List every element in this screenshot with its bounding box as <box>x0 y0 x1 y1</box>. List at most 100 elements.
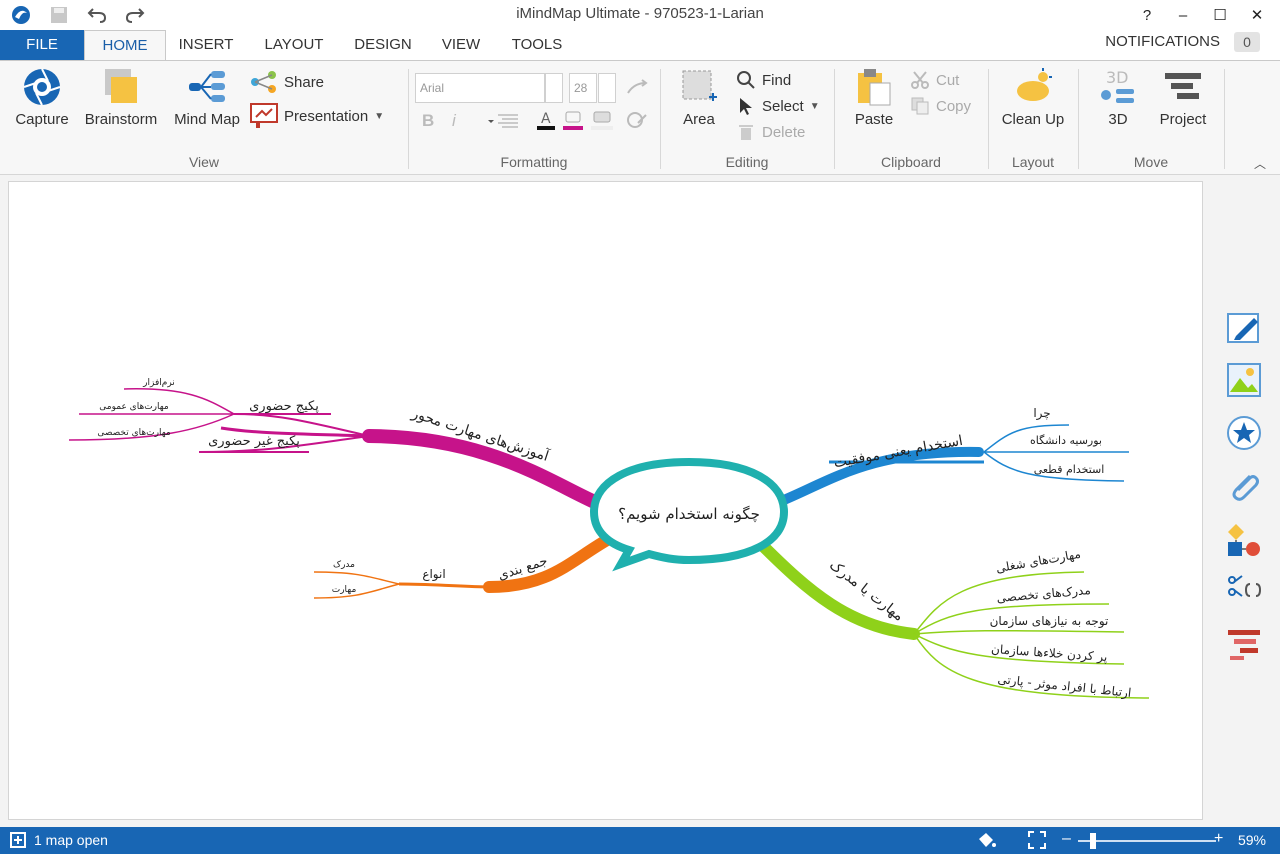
camera-icon <box>22 67 62 107</box>
find-button[interactable]: Find <box>736 69 791 91</box>
copy-label: Copy <box>936 97 972 115</box>
tab-insert[interactable]: INSERT <box>166 30 246 60</box>
clean-up-icon <box>1013 67 1053 107</box>
size-dropdown[interactable] <box>598 73 616 103</box>
tab-tools[interactable]: TOOLS <box>498 30 576 60</box>
bold-button[interactable]: B <box>422 111 434 131</box>
map-icon <box>10 832 26 851</box>
presentation-icon <box>250 103 278 128</box>
project-button[interactable]: Project <box>1150 67 1216 128</box>
clean-up-label: Clean Up <box>1001 111 1065 128</box>
ribbon-tabs: FILE HOME INSERT LAYOUT DESIGN VIEW TOOL… <box>0 30 1280 61</box>
leaf-summary-2 <box>313 583 400 599</box>
search-icon <box>737 71 755 89</box>
fill-color-icon[interactable] <box>590 109 614 134</box>
delete-button[interactable]: Delete <box>736 121 805 143</box>
leaf-summary-1 <box>313 571 400 585</box>
image-icon[interactable] <box>1224 360 1264 400</box>
branch-online-label: پکیج غیر حضوری <box>208 434 300 449</box>
tab-file[interactable]: FILE <box>0 30 84 60</box>
clean-up-button[interactable]: Clean Up <box>996 67 1070 128</box>
style-icon[interactable] <box>626 111 648 132</box>
cut-button[interactable]: Cut <box>910 69 959 91</box>
tab-home[interactable]: HOME <box>84 30 166 61</box>
font-size-select[interactable]: 28 <box>569 73 597 103</box>
gantt-icon <box>1163 67 1203 107</box>
paste-button[interactable]: Paste <box>846 67 902 128</box>
font-dropdown[interactable] <box>545 73 563 103</box>
title-bar: iMindMap Ultimate - 970523-1-Larian ? – … <box>0 0 1280 30</box>
copy-icon <box>911 97 929 115</box>
brainstorm-label: Brainstorm <box>84 111 158 128</box>
leaf-training-2-label: مهارت‌های عمومی <box>99 402 169 412</box>
mind-map-canvas[interactable]: چگونه استخدام شویم؟ آموزش‌های مهارت محور… <box>8 181 1203 820</box>
highlight-color-icon[interactable] <box>562 109 586 134</box>
zoom-in-button[interactable]: + <box>1214 830 1223 848</box>
3d-label: 3D <box>1108 111 1128 128</box>
minimize-button[interactable]: – <box>1166 2 1200 28</box>
branch-hiring-label: استخدام یعنی موفقیت <box>833 433 965 471</box>
zoom-out-button[interactable]: – <box>1062 830 1071 848</box>
gantt-icon[interactable] <box>1224 624 1264 664</box>
leaf-training-3-label: مهارت‌های تخصصی <box>97 428 171 438</box>
font-color-icon[interactable]: A <box>536 109 556 134</box>
clipboard-group-label: Clipboard <box>881 154 941 170</box>
branch-training <box>362 429 606 511</box>
notifications-count[interactable]: 0 <box>1234 32 1260 52</box>
find-label: Find <box>762 71 792 89</box>
status-bar: 1 map open – + 59% <box>0 827 1280 854</box>
clipboard-icon <box>854 67 894 107</box>
area-label: Area <box>683 111 715 128</box>
3d-icon-text: 3D <box>1106 68 1129 87</box>
3d-button[interactable]: 3D 3D <box>1096 67 1140 128</box>
align-icon[interactable] <box>486 113 520 132</box>
project-label: Project <box>1159 111 1207 128</box>
ribbon: Capture Brainstorm Mind Map Share Presen… <box>0 60 1280 175</box>
copy-button[interactable]: Copy <box>910 95 971 117</box>
area-button[interactable]: Area <box>674 67 724 128</box>
select-button[interactable]: Select ▼ <box>736 95 820 117</box>
tab-layout[interactable]: LAYOUT <box>250 30 338 60</box>
branch-skill <box>753 536 920 640</box>
area-select-icon <box>679 67 719 107</box>
shapes-icon[interactable] <box>1224 520 1264 560</box>
code-icon[interactable] <box>1224 570 1264 610</box>
zoom-slider-thumb[interactable] <box>1090 833 1096 849</box>
formatting-group-label: Formatting <box>500 154 568 170</box>
font-select[interactable]: Arial <box>415 73 545 103</box>
share-label: Share <box>284 73 325 91</box>
presentation-button[interactable]: Presentation ▼ <box>250 103 384 128</box>
tab-view[interactable]: VIEW <box>428 30 494 60</box>
leaf-summary-1-label: مدرک <box>333 559 355 570</box>
share-button[interactable]: Share <box>250 71 324 93</box>
3d-icon: 3D <box>1098 67 1138 107</box>
help-button[interactable]: ? <box>1130 2 1164 28</box>
leaf-hiring-1-label: چرا <box>1033 406 1050 421</box>
fit-screen-icon[interactable] <box>1028 831 1046 852</box>
brainstorm-button[interactable]: Brainstorm <box>78 67 164 128</box>
close-button[interactable]: ✕ <box>1240 2 1274 28</box>
central-node-text: چگونه استخدام شویم؟ <box>618 505 760 523</box>
editing-group-label: Editing <box>725 154 769 170</box>
format-painter-icon[interactable] <box>626 79 648 100</box>
mind-map-button[interactable]: Mind Map <box>168 67 246 128</box>
capture-button[interactable]: Capture <box>8 67 76 128</box>
view-group-label: View <box>188 154 220 170</box>
leaf-skill-3 <box>913 629 1125 635</box>
status-text: 1 map open <box>34 832 108 848</box>
paint-bucket-icon[interactable] <box>976 831 996 852</box>
star-icon[interactable] <box>1224 413 1264 453</box>
collapse-ribbon-icon[interactable]: ︿ <box>1254 155 1266 172</box>
zoom-level: 59% <box>1237 832 1266 848</box>
tab-design[interactable]: DESIGN <box>342 30 424 60</box>
notifications-label[interactable]: NOTIFICATIONS <box>1105 33 1220 50</box>
scissors-icon <box>911 71 929 89</box>
share-icon <box>251 71 276 93</box>
branch-summary-sub-label: انواع <box>422 567 445 582</box>
zoom-slider-track[interactable] <box>1078 840 1216 842</box>
delete-label: Delete <box>762 123 806 141</box>
attachment-icon[interactable] <box>1224 466 1264 506</box>
italic-button[interactable]: i <box>452 111 456 131</box>
pencil-icon[interactable] <box>1224 308 1264 348</box>
maximize-button[interactable]: ☐ <box>1203 2 1237 28</box>
